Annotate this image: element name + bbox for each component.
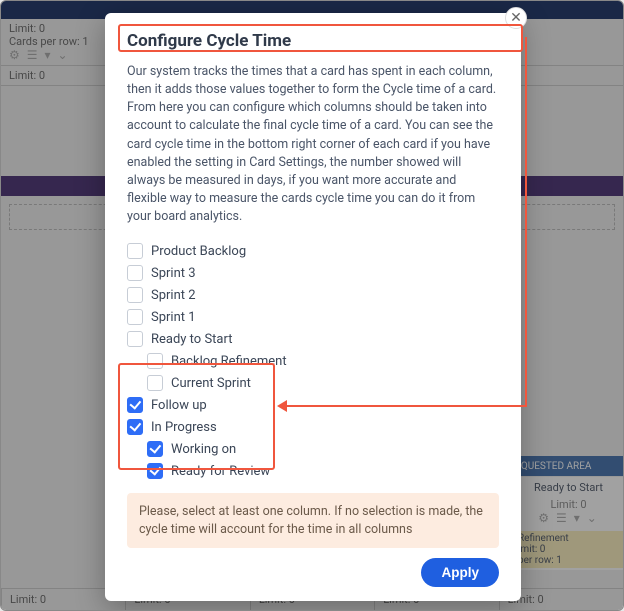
checkbox[interactable] [127,243,143,259]
column-label: Sprint 2 [151,288,196,303]
column-checklist: Product Backlog Sprint 3 Sprint 2 Sprint 1 R… [127,240,499,483]
column-option[interactable]: Sprint 3 [127,262,499,284]
column-label: Ready to Start [151,332,232,347]
checkbox[interactable] [127,265,143,281]
column-label: Backlog Refinement [171,354,287,369]
checkbox[interactable] [127,419,143,435]
column-option[interactable]: Working on [127,438,499,460]
modal-footer: Apply [127,558,499,587]
column-option[interactable]: Follow up [127,394,499,416]
column-label: Product Backlog [151,244,246,259]
modal-description: Our system tracks the times that a card … [127,63,499,226]
column-option[interactable]: Ready to Start [127,328,499,350]
column-option[interactable]: Sprint 1 [127,306,499,328]
column-label: Current Sprint [171,376,251,391]
column-option[interactable]: Ready for Review [127,460,499,482]
column-option[interactable]: Current Sprint [127,372,499,394]
column-label: Follow up [151,398,207,413]
column-label: Sprint 3 [151,266,196,281]
column-option[interactable]: In Progress [127,416,499,438]
column-option[interactable]: Product Backlog [127,240,499,262]
column-label: In Progress [151,420,217,435]
checkbox[interactable] [127,397,143,413]
checkbox[interactable] [147,375,163,391]
app-stage: Limit: 0 Cards per row: 1 ⚙ ☰ ▾ ⌄ Limit:… [0,0,624,611]
checkbox[interactable] [147,463,163,479]
column-label: Ready for Review [171,464,270,479]
checkbox[interactable] [147,441,163,457]
checkbox[interactable] [127,331,143,347]
close-button[interactable]: ✕ [505,7,527,29]
checkbox[interactable] [127,287,143,303]
column-option[interactable]: Backlog Refinement [127,350,499,372]
configure-cycle-time-modal: ✕ Configure Cycle Time Our system tracks… [105,13,521,601]
column-label: Working on [171,442,236,457]
checkbox[interactable] [127,309,143,325]
column-option[interactable]: Sprint 2 [127,284,499,306]
selection-warning: Please, select at least one column. If n… [127,493,499,548]
column-label: Sprint 1 [151,310,196,325]
close-icon: ✕ [510,10,522,26]
checkbox[interactable] [147,353,163,369]
column-option[interactable]: Review [127,482,499,483]
apply-button[interactable]: Apply [421,558,499,587]
modal-title: Configure Cycle Time [127,31,499,51]
